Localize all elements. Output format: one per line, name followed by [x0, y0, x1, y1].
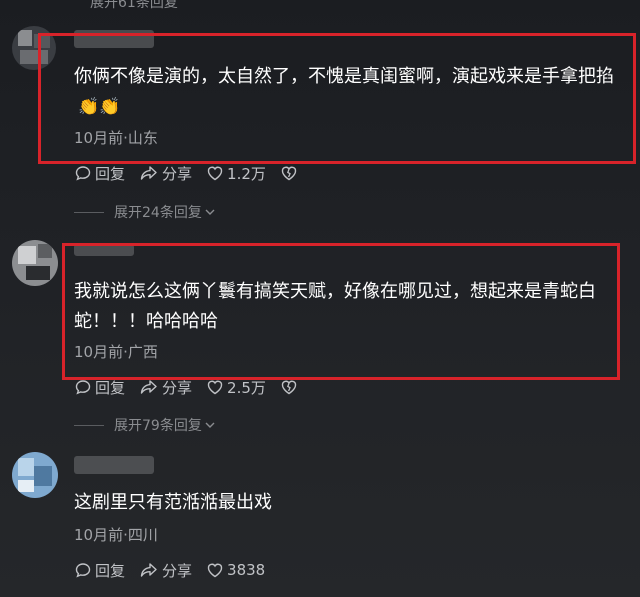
expand-replies-button[interactable]: 展开79条回复 [74, 415, 216, 435]
share-icon [140, 380, 157, 394]
heart-icon [207, 380, 223, 395]
dislike-button[interactable] [280, 378, 301, 396]
divider-line [74, 424, 104, 426]
like-count: 3838 [227, 561, 266, 579]
chevron-down-icon [205, 209, 215, 215]
divider-line [74, 211, 104, 213]
share-button[interactable]: 分享 [139, 163, 192, 184]
expand-replies-label: 展开61条回复 [90, 0, 178, 11]
expand-replies-top[interactable]: 展开61条回复 [90, 0, 178, 12]
comment-actions: 回复 分享 1.2万 [74, 162, 315, 184]
heart-icon [207, 166, 223, 181]
highlight-box-2 [62, 243, 620, 380]
reply-icon [75, 166, 91, 181]
broken-heart-icon [281, 166, 297, 181]
like-button[interactable]: 1.2万 [206, 163, 266, 184]
highlight-box-1 [38, 33, 636, 164]
expand-replies-button[interactable]: 展开24条回复 [74, 202, 216, 222]
share-button[interactable]: 分享 [139, 560, 192, 581]
username-blurred[interactable] [74, 456, 154, 474]
dislike-button[interactable] [280, 164, 301, 182]
avatar[interactable] [12, 452, 58, 498]
like-button[interactable]: 3838 [206, 561, 265, 579]
broken-heart-icon [281, 380, 297, 395]
like-count: 1.2万 [227, 164, 266, 183]
comment-actions: 回复 分享 3838 [74, 559, 279, 581]
expand-replies-label: 展开79条回复 [114, 418, 202, 434]
comment-text: 这剧里只有范湉湉最出戏 [74, 492, 272, 513]
reply-button[interactable]: 回复 [74, 560, 125, 581]
expand-replies-label: 展开24条回复 [114, 205, 202, 221]
comment-meta: 10月前·四川 [74, 526, 158, 544]
reply-icon [75, 563, 91, 578]
reply-icon [75, 380, 91, 395]
share-icon [140, 563, 157, 577]
reply-button[interactable]: 回复 [74, 163, 125, 184]
avatar[interactable] [12, 240, 58, 286]
share-icon [140, 166, 157, 180]
heart-icon [207, 563, 223, 578]
chevron-down-icon [205, 422, 215, 428]
